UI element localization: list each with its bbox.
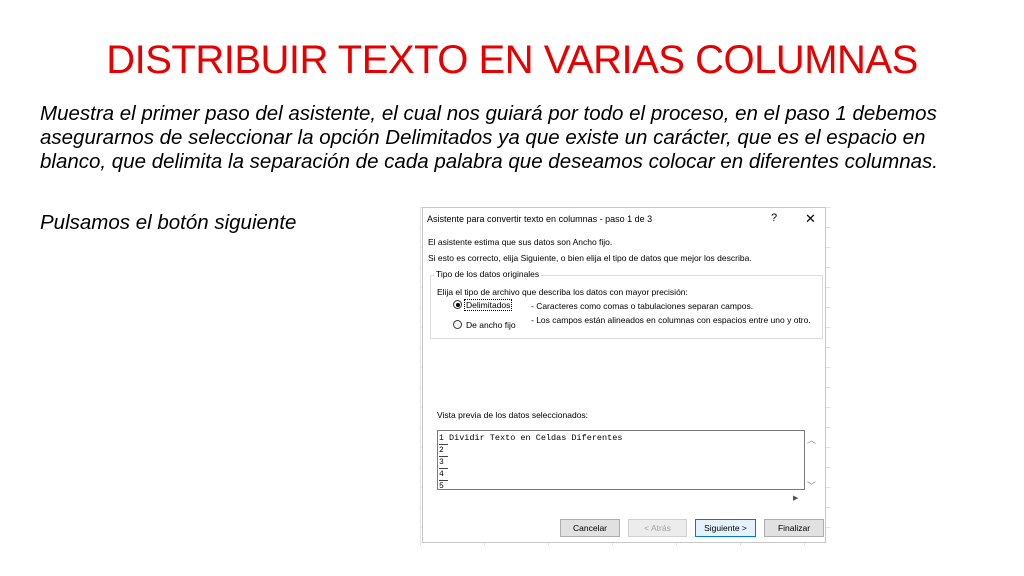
radio-delimited[interactable] (453, 300, 462, 309)
instruction-message: Si esto es correcto, elija Siguiente, o … (428, 253, 752, 263)
cancel-button[interactable]: Cancelar (560, 519, 620, 537)
finish-button[interactable]: Finalizar (764, 519, 824, 537)
scroll-down-icon[interactable]: ﹀ (807, 479, 816, 492)
radio-delimited-label[interactable]: Delimitados (463, 299, 513, 311)
radio-fixed-width[interactable] (453, 320, 462, 329)
back-button[interactable]: < Atrás (628, 519, 687, 537)
data-preview-box[interactable]: 1 2 3 4 5 Dividir Texto en Celdas Difere… (437, 430, 805, 490)
help-icon[interactable]: ? (771, 212, 777, 224)
next-button[interactable]: Siguiente > (695, 519, 756, 537)
dialog-screenshot: Asistente para convertir texto en column… (420, 207, 831, 546)
dialog-title: Asistente para convertir texto en column… (427, 214, 653, 224)
text-to-columns-dialog: Asistente para convertir texto en column… (422, 207, 826, 543)
preview-row-number: 3 (439, 457, 448, 469)
radio-delimited-description: - Caracteres como comas o tabulaciones s… (531, 301, 754, 311)
data-type-prompt: Elija el tipo de archivo que describa lo… (437, 287, 688, 297)
radio-fixed-width-description: - Los campos están alineados en columnas… (531, 315, 811, 325)
preview-row-number: 5 (439, 481, 448, 489)
close-icon[interactable]: ✕ (805, 211, 816, 227)
detection-message: El asistente estima que sus datos son An… (428, 237, 613, 247)
preview-row-number: 2 (439, 445, 448, 457)
preview-row-text: Dividir Texto en Celdas Diferentes (449, 433, 623, 443)
slide-paragraph-2: Pulsamos el botón siguiente (40, 211, 297, 234)
preview-row-numbers: 1 2 3 4 5 (439, 433, 448, 489)
preview-label: Vista previa de los datos seleccionados: (437, 410, 589, 420)
data-type-group-title: Tipo de los datos originales (434, 269, 542, 279)
slide-title: DISTRIBUIR TEXTO EN VARIAS COLUMNAS (106, 38, 918, 82)
preview-row-number: 1 (439, 433, 448, 445)
scroll-up-icon[interactable]: ︿ (807, 433, 816, 446)
radio-fixed-width-label[interactable]: De ancho fijo (466, 320, 516, 330)
scroll-right-icon[interactable]: ▶ (793, 494, 798, 502)
preview-row-number: 4 (439, 469, 448, 481)
slide-paragraph-1: Muestra el primer paso del asistente, el… (40, 102, 939, 173)
